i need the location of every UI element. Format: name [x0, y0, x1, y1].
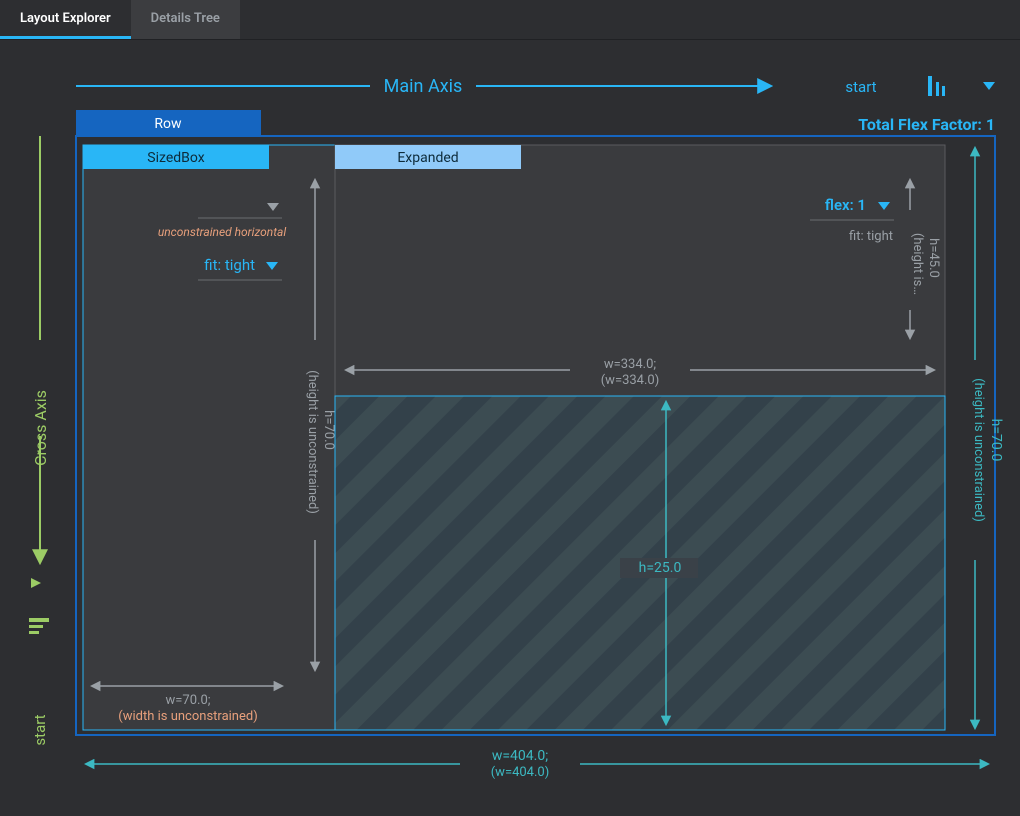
sizedbox-unconstrained: unconstrained horizontal [158, 225, 287, 239]
tab-label: Layout Explorer [20, 11, 111, 26]
tab-label: Details Tree [151, 11, 220, 26]
expanded-flex[interactable]: flex: 1 [825, 196, 866, 214]
cross-alignment-label[interactable]: start [31, 714, 49, 745]
main-alignment-icon[interactable] [928, 76, 945, 96]
layout-canvas: Main Axis Main Axis start Cross Axis sta… [0, 40, 1020, 816]
sizedbox-h-note: (height is unconstrained) [305, 370, 320, 514]
row-height-text: h=70.0 [988, 419, 1004, 462]
tab-details-tree[interactable]: Details Tree [131, 0, 240, 39]
main-alignment-label[interactable]: start [845, 78, 876, 96]
tabs: Layout Explorer Details Tree [0, 0, 1020, 40]
spacer-h: h=25.0 [639, 560, 682, 576]
expanded-h-note: (height is… [910, 233, 925, 295]
cross-align-play-icon[interactable] [31, 578, 41, 588]
sizedbox-tab-label: SizedBox [147, 150, 204, 166]
row-tab-label: Row [154, 116, 182, 132]
row-width-line2: (w=404.0) [491, 765, 550, 780]
expanded-fit: fit: tight [849, 229, 893, 244]
expanded-w-line1: w=334.0; [604, 357, 657, 372]
cross-alignment-icon[interactable] [29, 618, 49, 634]
total-flex-factor: Total Flex Factor: 1 [858, 115, 995, 134]
sizedbox-h-text: h=70.0 [321, 410, 336, 450]
chevron-down-icon[interactable] [983, 82, 995, 90]
expanded-w-line2: (w=334.0) [601, 373, 660, 388]
main-axis-label: Main Axis [384, 76, 463, 97]
cross-axis-label: Cross Axis [31, 390, 50, 466]
row-width-line1: w=404.0; [492, 748, 548, 764]
expanded-tab-label: Expanded [397, 150, 458, 166]
tab-layout-explorer[interactable]: Layout Explorer [0, 0, 131, 39]
sizedbox-w-line1: w=70.0; [166, 693, 211, 708]
expanded-h-text: h=45.0 [926, 238, 941, 278]
row-height-note: (height is unconstrained) [971, 378, 986, 522]
sizedbox-fit[interactable]: fit: tight [204, 256, 255, 274]
sizedbox-w-line2: (width is unconstrained) [118, 709, 257, 724]
